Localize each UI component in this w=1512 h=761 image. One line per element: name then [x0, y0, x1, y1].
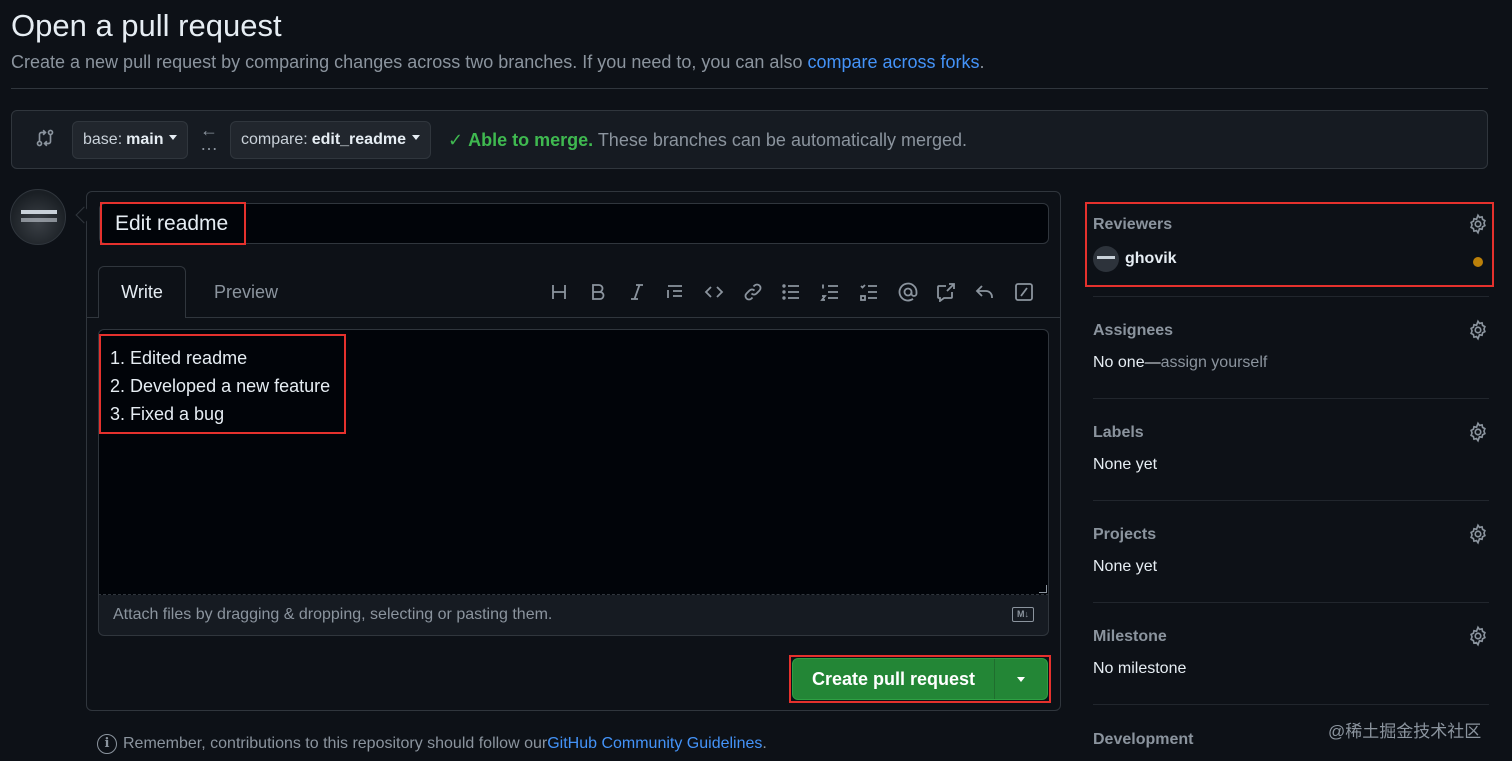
- body-line: 3. Fixed a bug: [110, 404, 225, 424]
- bulleted-list-icon[interactable]: [772, 280, 811, 304]
- task-list-icon[interactable]: [850, 280, 889, 304]
- merge-ok-label: Able to merge.: [468, 130, 594, 150]
- compare-prefix: compare:: [241, 131, 308, 148]
- markdown-icon[interactable]: M↓: [1012, 607, 1034, 622]
- tab-write[interactable]: Write: [98, 266, 186, 318]
- sidebar-divider: [1093, 500, 1489, 501]
- subtitle-text: Create a new pull request by comparing c…: [11, 52, 808, 72]
- pending-review-dot: [1473, 257, 1483, 267]
- milestone-heading: Milestone: [1093, 628, 1167, 645]
- create-pull-request-button[interactable]: Create pull request: [793, 659, 995, 699]
- saved-replies-icon[interactable]: [966, 280, 1005, 304]
- remember-text: Remember, contributions to this reposito…: [123, 735, 548, 752]
- community-guidelines-link[interactable]: GitHub Community Guidelines: [547, 735, 762, 753]
- file-attach-area[interactable]: Attach files by dragging & dropping, sel…: [98, 595, 1049, 636]
- projects-value: None yet: [1093, 558, 1158, 575]
- code-icon[interactable]: [695, 280, 734, 304]
- tab-preview[interactable]: Preview: [200, 266, 292, 318]
- gear-icon[interactable]: [1467, 523, 1489, 545]
- assignees-none: No one—: [1093, 354, 1161, 371]
- labels-section: Labels None yet: [1093, 421, 1489, 474]
- check-icon: ✓: [448, 130, 464, 150]
- reviewer-name: ghovik: [1125, 250, 1177, 267]
- gear-icon[interactable]: [1467, 421, 1489, 443]
- create-options-dropdown[interactable]: [995, 659, 1047, 699]
- git-compare-icon: [34, 127, 56, 149]
- reviewers-section: Reviewers ghovik: [1093, 213, 1489, 272]
- compare-branch-select[interactable]: compare: edit_readme: [230, 121, 431, 159]
- assignees-heading: Assignees: [1093, 322, 1174, 339]
- tab-divider: [186, 317, 1060, 318]
- reviewer-item[interactable]: ghovik: [1093, 246, 1489, 272]
- chevron-down-icon: [411, 134, 420, 140]
- body-line: 1. Edited readme: [110, 348, 248, 368]
- merge-status: ✓ Able to merge. These branches can be a…: [448, 130, 967, 151]
- avatar: [1093, 246, 1119, 272]
- gear-icon[interactable]: [1467, 319, 1489, 341]
- header-divider: [11, 88, 1488, 89]
- page-title: Open a pull request: [11, 8, 282, 43]
- link-icon[interactable]: [733, 280, 772, 304]
- base-prefix: base:: [83, 131, 123, 148]
- italic-icon[interactable]: [617, 280, 656, 304]
- subtitle-end: .: [979, 52, 985, 72]
- remember-end: .: [762, 735, 767, 752]
- author-avatar: [10, 189, 66, 245]
- arrow-left-icon: ←…: [200, 120, 218, 154]
- labels-value: None yet: [1093, 456, 1158, 473]
- cross-reference-icon[interactable]: [927, 280, 966, 304]
- heading-icon[interactable]: [540, 280, 579, 304]
- gear-icon[interactable]: [1467, 213, 1489, 235]
- branch-compare-bar: base: main ←… compare: edit_readme ✓ Able …: [11, 110, 1488, 169]
- bold-icon[interactable]: [579, 280, 618, 304]
- reviewers-heading: Reviewers: [1093, 216, 1173, 233]
- milestone-value: No milestone: [1093, 660, 1187, 677]
- compare-across-forks-link[interactable]: compare across forks: [807, 52, 979, 72]
- info-icon: i: [97, 734, 117, 754]
- base-branch-select[interactable]: base: main: [72, 121, 189, 159]
- attach-hint: Attach files by dragging & dropping, sel…: [113, 606, 553, 623]
- resize-handle-icon[interactable]: [1039, 585, 1047, 593]
- tab-divider: [86, 317, 99, 318]
- create-pull-request-button-group: Create pull request: [792, 658, 1048, 700]
- projects-heading: Projects: [1093, 526, 1157, 543]
- labels-heading: Labels: [1093, 424, 1144, 441]
- sidebar-divider: [1093, 704, 1489, 705]
- quote-icon[interactable]: [656, 280, 695, 304]
- pr-body-textarea[interactable]: 1. Edited readme 2. Developed a new feat…: [98, 329, 1049, 595]
- gear-icon[interactable]: [1467, 625, 1489, 647]
- sidebar-divider: [1093, 398, 1489, 399]
- assign-yourself-link[interactable]: assign yourself: [1161, 354, 1268, 371]
- watermark: @稀土掘金技术社区: [1328, 722, 1482, 741]
- body-line: 2. Developed a new feature: [110, 376, 331, 396]
- mention-icon[interactable]: [888, 280, 927, 304]
- sidebar-divider: [1093, 296, 1489, 297]
- page-subtitle: Create a new pull request by comparing c…: [11, 52, 985, 73]
- pr-title-input[interactable]: [99, 203, 1049, 244]
- milestone-section: Milestone No milestone: [1093, 625, 1489, 678]
- base-branch-name: main: [126, 131, 164, 148]
- merge-status-text: These branches can be automatically merg…: [593, 130, 968, 150]
- sidebar-divider: [1093, 602, 1489, 603]
- chevron-down-icon: [1017, 676, 1025, 682]
- markdown-toolbar: [540, 280, 1043, 304]
- slash-commands-icon[interactable]: [1004, 280, 1043, 304]
- projects-section: Projects None yet: [1093, 523, 1489, 576]
- guidelines-notice: i Remember, contributions to this reposi…: [97, 734, 767, 754]
- numbered-list-icon[interactable]: [811, 280, 850, 304]
- assignees-value: No one—assign yourself: [1093, 354, 1489, 372]
- assignees-section: Assignees No one—assign yourself: [1093, 319, 1489, 372]
- compare-branch-name: edit_readme: [311, 131, 406, 148]
- chevron-down-icon: [169, 134, 178, 140]
